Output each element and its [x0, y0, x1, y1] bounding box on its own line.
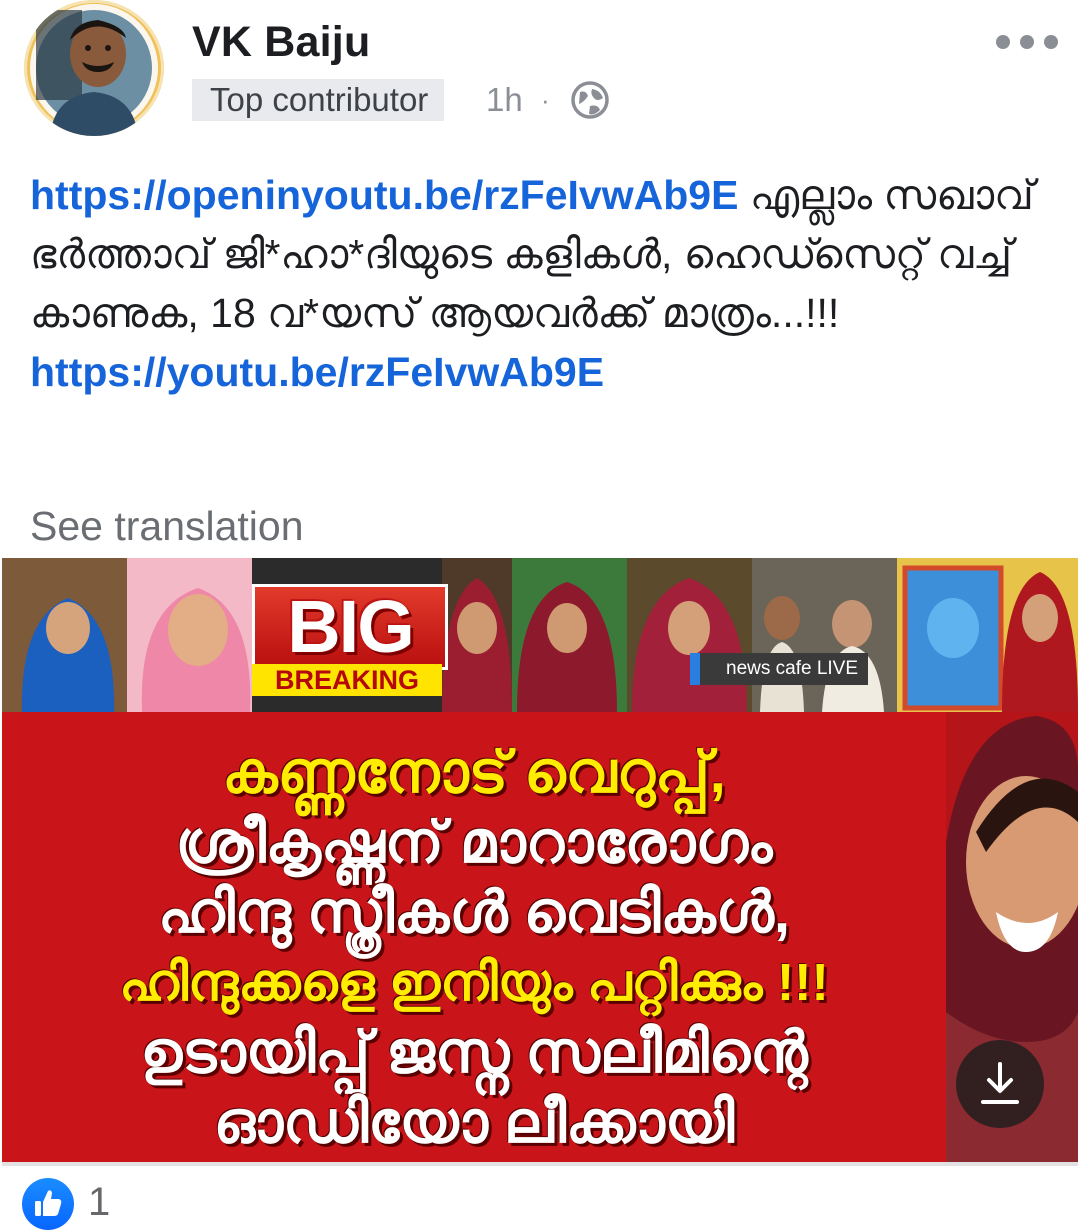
headline-line: ഓഡിയോ ലീക്കായി — [213, 1090, 735, 1155]
headline-line: ഹിന്ദുക്കളെ ഇനിയും പറ്റിക്കും !!! — [119, 954, 829, 1012]
headline-line: കണ്ണനോട് വെറുപ്പ്, — [222, 740, 726, 805]
headline-line: ഹിന്ദു സ്ത്രീകൾ വെടികൾ, — [157, 880, 791, 945]
post-link-2[interactable]: https://youtu.be/rzFeIvwAb9E — [30, 349, 604, 395]
top-contributor-badge: Top contributor — [192, 79, 445, 121]
big-text: BIG — [252, 584, 448, 670]
media-divider — [2, 1162, 1078, 1166]
headline-line: ഉടായിപ്പ് ജസ്ന സലീമിന്റെ — [140, 1020, 808, 1085]
thumbnail-photo-strip: BIG BREAKING news cafe LIVE — [2, 558, 1078, 712]
post-timestamp[interactable]: 1h — [486, 79, 523, 121]
post-header: VK Baiju Top contributor 1h · — [0, 0, 1080, 140]
download-icon — [981, 1062, 1019, 1104]
see-translation-link[interactable]: See translation — [30, 503, 304, 550]
post-link-1[interactable]: https://openinyoutu.be/rzFeIvwAb9E — [30, 172, 738, 218]
globe-icon — [571, 81, 609, 119]
thumbnail-headline: കണ്ണനോട് വെറുപ്പ്, ശ്രീകൃഷ്ണന് മാറാരോഗം … — [2, 712, 946, 1166]
big-breaking-badge: BIG BREAKING — [252, 584, 448, 696]
video-thumbnail[interactable]: BIG BREAKING news cafe LIVE കണ്ണനോട് വെറ… — [2, 558, 1078, 1166]
breaking-text: BREAKING — [252, 664, 442, 696]
channel-label: news cafe LIVE — [690, 653, 869, 685]
headline-line: ശ്രീകൃഷ്ണന് മാറാരോഗം — [175, 810, 773, 875]
post-text: https://openinyoutu.be/rzFeIvwAb9E എല്ലാ… — [30, 166, 1050, 402]
more-horizontal-icon — [996, 35, 1010, 49]
author-avatar[interactable] — [24, 0, 164, 136]
author-name[interactable]: VK Baiju — [192, 18, 370, 67]
like-icon[interactable] — [22, 1178, 74, 1230]
reaction-count[interactable]: 1 — [88, 1180, 110, 1225]
separator-dot: · — [541, 85, 550, 115]
download-button[interactable] — [956, 1040, 1044, 1128]
more-options-button[interactable] — [996, 22, 1058, 62]
